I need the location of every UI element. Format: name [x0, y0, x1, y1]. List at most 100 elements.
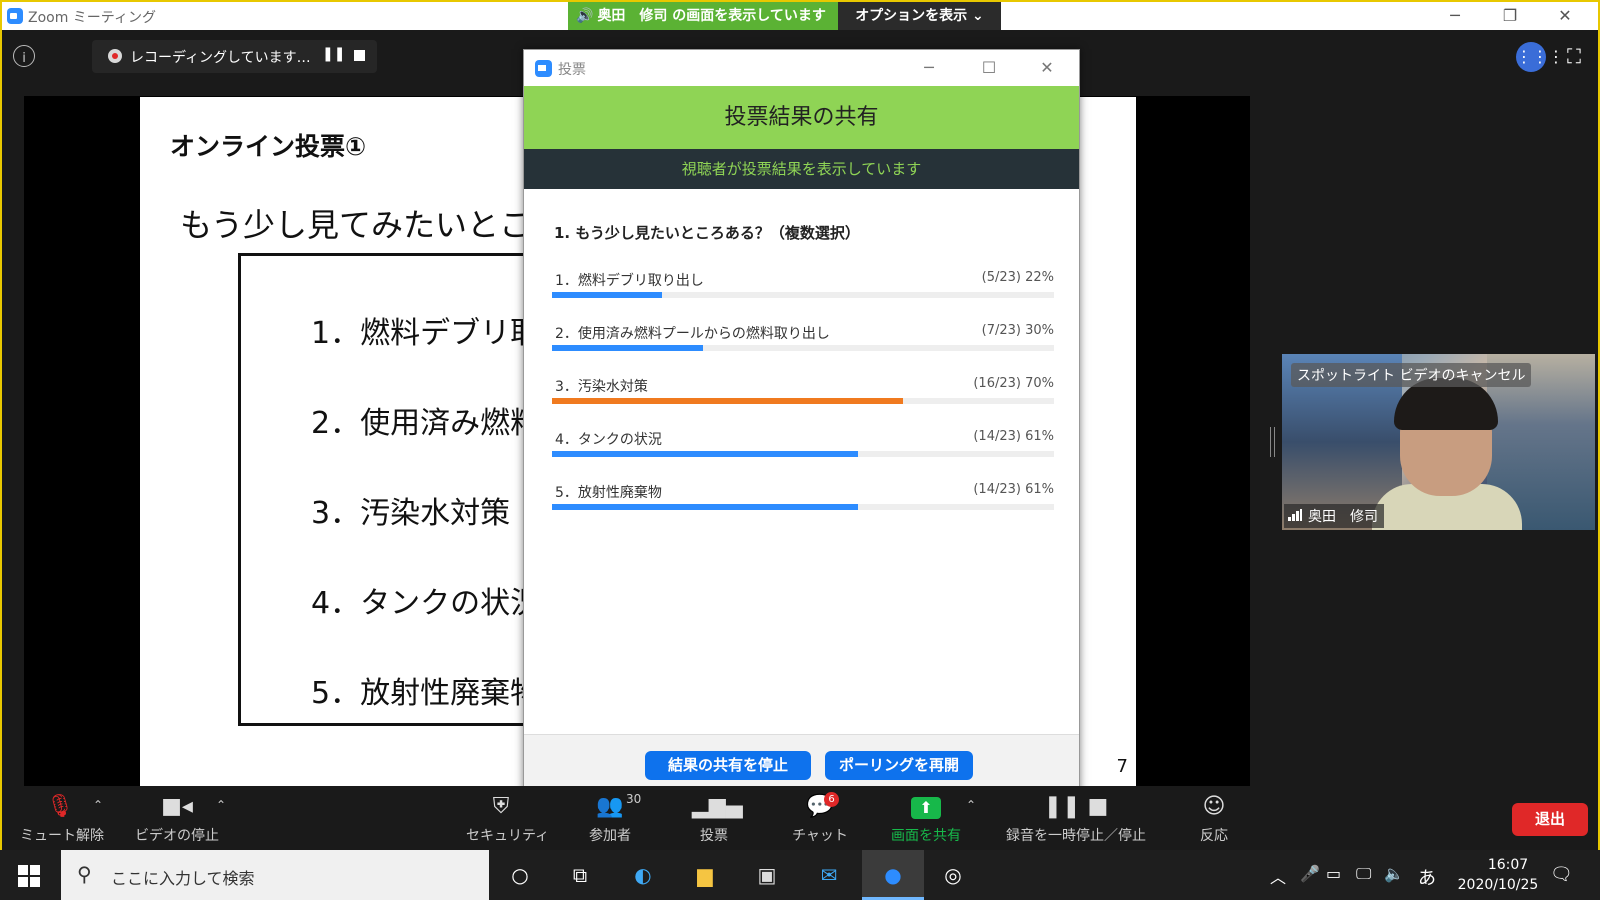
poll-option-row: 4．タンクの状況 (14/23) 61% [552, 429, 1054, 465]
ime-indicator[interactable]: あ [1418, 864, 1436, 890]
slide-item: 5．放射性廃棄物 [311, 676, 541, 711]
zoom-logo-icon [7, 8, 23, 24]
speaker-icon: 🔊 [576, 8, 594, 24]
view-options-button[interactable]: オプションを表示 ⌄ [838, 2, 1001, 30]
poll-option-label: 2．使用済み燃料プールからの燃料取り出し [555, 326, 830, 342]
search-icon: ⚲ [77, 862, 92, 886]
poll-option-label: 5．放射性廃棄物 [555, 485, 662, 501]
notifications-icon[interactable]: 🗨 [1550, 864, 1573, 885]
windows-taskbar: ⚲ ここに入力して検索 ○ ⧉ ◐ ▆ ▣ ✉ ● ◎ ︿ 🎤 ▭ 🖵 🔈 あ … [0, 850, 1600, 900]
slide-title: オンライン投票① [170, 132, 367, 161]
poll-title-bar: 投票 ─ ☐ ✕ [524, 50, 1079, 86]
poll-option-result: (14/23) 61% [973, 482, 1054, 497]
recording-dot-icon [108, 49, 122, 63]
slide-item: 3．汚染水対策 [311, 496, 511, 531]
slide-item: 4．タンクの状況 [311, 586, 541, 621]
poll-close-button[interactable]: ✕ [1027, 56, 1067, 80]
pause-stop-recording-button[interactable]: ❚❚ ■ 録音を一時停止／停止 [996, 792, 1156, 845]
security-label: セキュリティ [466, 828, 550, 844]
cancel-spotlight-button[interactable]: スポットライト ビデオのキャンセル [1291, 363, 1532, 387]
edge-browser-icon[interactable]: ◐ [628, 860, 658, 890]
store-icon[interactable]: ▣ [752, 860, 782, 890]
participants-button[interactable]: 👥 30 参加者 [582, 792, 642, 845]
gallery-view-icon[interactable]: ⋮⋮⋮ [1516, 42, 1564, 72]
panel-splitter[interactable] [1270, 427, 1275, 457]
stop-video-button[interactable]: ■◂ ビデオの停止 [134, 792, 220, 845]
battery-icon[interactable]: ▭ [1326, 864, 1341, 883]
clock-date[interactable]: 2020/10/25 [1448, 877, 1548, 893]
poll-option-label: 1．燃料デブリ取り出し [555, 273, 704, 289]
poll-option-result: (7/23) 30% [981, 323, 1054, 338]
share-screen-button[interactable]: ⬆ 画面を共有 [886, 792, 966, 845]
poll-maximize-button[interactable]: ☐ [969, 56, 1009, 80]
audio-options-caret-icon[interactable]: ⌃ [93, 798, 103, 812]
poll-question: 1. もう少し見たいところある？（複数選択） [554, 224, 860, 242]
pause-stop-icon: ❚❚ ■ [1043, 794, 1109, 819]
poll-option-row: 5．放射性廃棄物 (14/23) 61% [552, 482, 1054, 518]
zoom-app-icon[interactable]: ● [878, 860, 908, 890]
slide-question: もう少し見てみたいところ [180, 206, 564, 244]
file-explorer-icon[interactable]: ▆ [690, 860, 720, 890]
participants-count: 30 [626, 792, 642, 806]
title-bar: Zoom ミーティング 🔊 奥田 修司 の画面を表示しています オプションを表示 … [2, 2, 1598, 30]
pause-recording-icon[interactable]: ❚❚ [322, 46, 345, 62]
task-view-icon[interactable]: ⧉ [565, 860, 595, 890]
stop-recording-icon[interactable] [354, 50, 365, 61]
unmute-label: ミュート解除 [20, 828, 104, 844]
security-button[interactable]: ⛨ セキュリティ [466, 792, 550, 845]
restore-button[interactable]: ❐ [1487, 4, 1533, 28]
share-options-caret-icon[interactable]: ⌃ [966, 798, 976, 812]
poll-option-label: 3．汚染水対策 [555, 379, 648, 395]
polling-button[interactable]: ▂▆▄ 投票 [692, 792, 743, 845]
reactions-button[interactable]: ☺ 反応 [1194, 792, 1234, 845]
taskbar-search-box[interactable]: ⚲ ここに入力して検索 [61, 850, 489, 900]
poll-result-bar [552, 451, 859, 457]
security-shield-icon: ⛨ [492, 794, 510, 819]
meeting-info-icon[interactable]: i [13, 45, 35, 67]
stop-sharing-results-button[interactable]: 結果の共有を停止 [645, 751, 811, 780]
search-placeholder: ここに入力して検索 [111, 869, 255, 888]
chat-label: チャット [792, 828, 848, 844]
slide-page-number: 7 [1116, 756, 1128, 777]
bar-chart-icon: ▂▆▄ [692, 794, 743, 819]
volume-icon[interactable]: 🔈 [1384, 864, 1404, 883]
mail-icon[interactable]: ✉ [814, 860, 844, 890]
minimize-button[interactable]: ─ [1432, 4, 1478, 28]
polling-label: 投票 [700, 828, 728, 844]
unmute-button[interactable]: 🎙 ミュート解除 [20, 792, 104, 845]
poll-subheader: 視聴者が投票結果を表示しています [524, 149, 1079, 189]
chat-button[interactable]: 💬 6 チャット [790, 792, 850, 845]
poll-option-row: 3．汚染水対策 (16/23) 70% [552, 376, 1054, 412]
poll-minimize-button[interactable]: ─ [909, 56, 949, 80]
emoji-plus-icon: ☺ [1202, 794, 1226, 819]
poll-result-bar [552, 504, 859, 510]
participant-video[interactable]: スポットライト ビデオのキャンセル 奥田 修司 [1282, 354, 1595, 530]
slide-item: 1．燃料デブリ取 [311, 316, 541, 351]
share-arrow-icon: ⬆ [911, 797, 941, 819]
cortana-icon[interactable]: ○ [505, 860, 535, 890]
windows-start-icon[interactable] [18, 865, 40, 887]
obs-app-icon[interactable]: ◎ [938, 860, 968, 890]
network-icon[interactable]: 🖵 [1356, 864, 1371, 884]
fullscreen-icon[interactable]: ⛶ [1562, 44, 1586, 68]
screen-share-banner: 🔊 奥田 修司 の画面を表示しています [568, 2, 838, 30]
restart-polling-button[interactable]: ポーリングを再開 [825, 751, 973, 780]
video-options-caret-icon[interactable]: ⌃ [216, 798, 226, 812]
chat-unread-badge: 6 [824, 792, 839, 807]
recording-indicator: レコーディングしています… ❚❚ [92, 40, 377, 73]
microphone-tray-icon[interactable]: 🎤 [1300, 864, 1320, 883]
leave-button[interactable]: 退出 [1512, 803, 1588, 836]
close-button[interactable]: ✕ [1542, 4, 1588, 28]
zoom-logo-icon [535, 60, 552, 77]
zoom-window: Zoom ミーティング 🔊 奥田 修司 の画面を表示しています オプションを表示 … [0, 0, 1600, 852]
recording-label: レコーディングしています… [130, 50, 311, 66]
poll-result-bar [552, 345, 703, 351]
reactions-label: 反応 [1200, 828, 1228, 844]
tray-expand-icon[interactable]: ︿ [1270, 864, 1286, 888]
slide-item: 2．使用済み燃料 [311, 406, 541, 441]
participants-label: 参加者 [589, 828, 631, 844]
clock-time[interactable]: 16:07 [1468, 857, 1548, 873]
muted-microphone-icon: 🎙 [46, 794, 74, 819]
poll-window: 投票 ─ ☐ ✕ 投票結果の共有 視聴者が投票結果を表示しています 1. もう少… [523, 49, 1080, 795]
window-title: Zoom ミーティング [28, 10, 156, 26]
